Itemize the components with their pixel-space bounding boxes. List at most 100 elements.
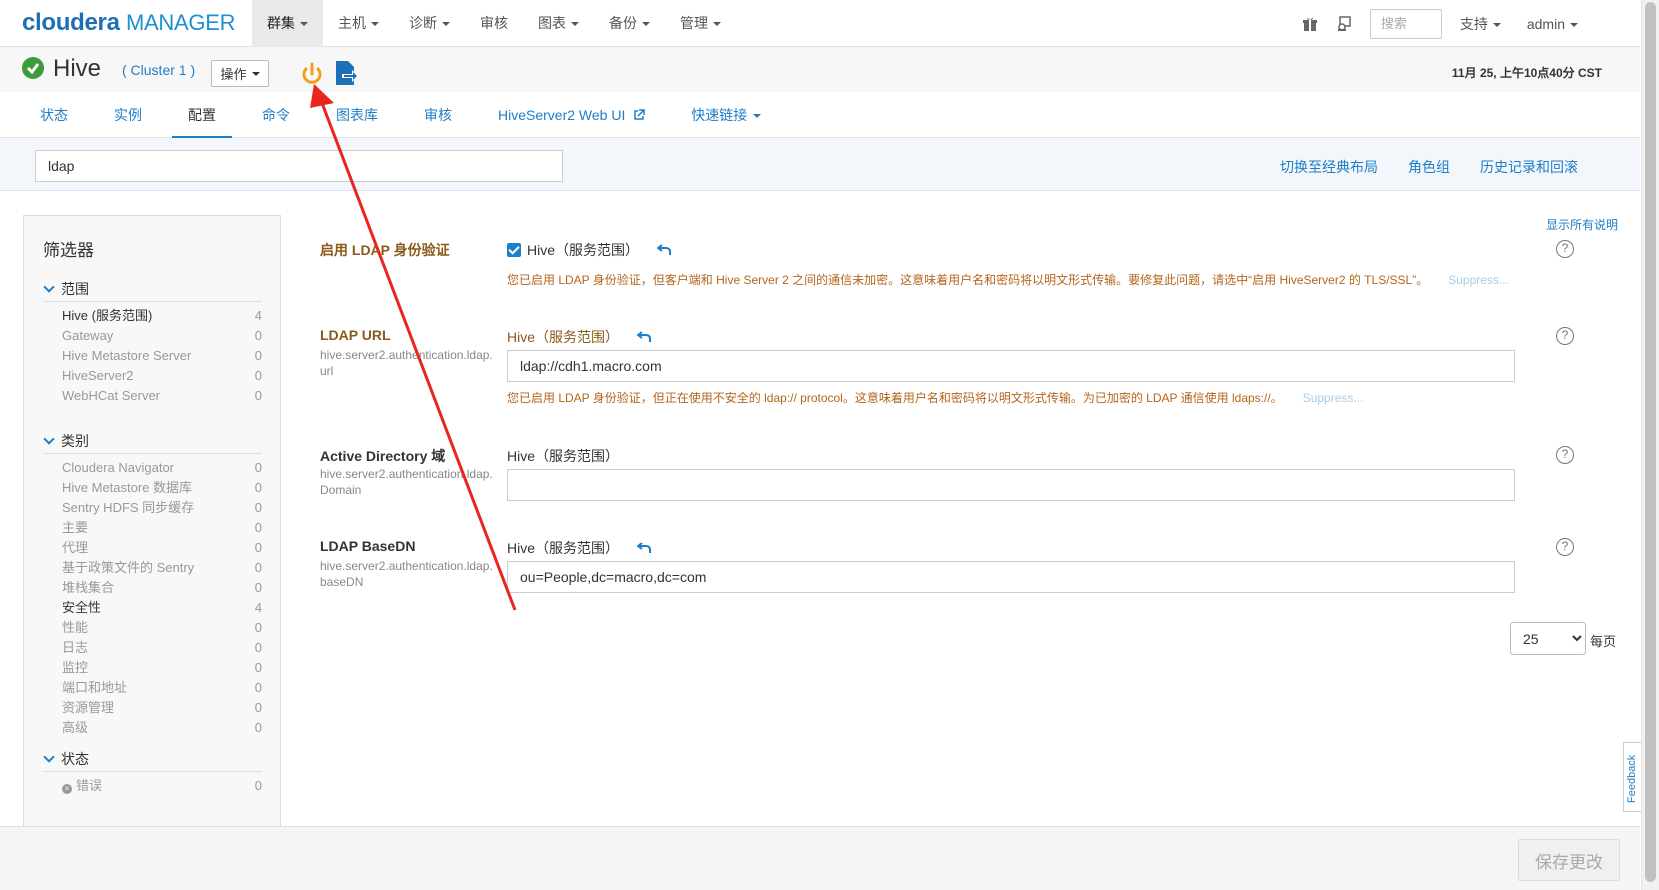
filter-section-category: 类别 Cloudera Navigator 0 Hive Metastore 数据…	[43, 430, 262, 738]
nav-cluster[interactable]: 群集	[252, 0, 323, 47]
filter-item[interactable]: Hive (服务范围) 4	[43, 306, 262, 326]
service-tabs: 状态 实例 配置 命令 图表库 审核 HiveServer2 Web UI 快速…	[0, 92, 1640, 139]
deploy-client-config-icon[interactable]	[334, 59, 360, 87]
suppress-link[interactable]: Suppress...	[1303, 391, 1364, 405]
filter-item[interactable]: 安全性 4	[43, 598, 262, 618]
filter-item[interactable]: WebHCat Server 0	[43, 386, 262, 406]
tab-configuration[interactable]: 配置	[172, 92, 232, 139]
page-scrollbar[interactable]	[1641, 0, 1659, 890]
property-scope: Hive（服务范围）	[507, 538, 652, 558]
filter-item[interactable]: Gateway 0	[43, 326, 262, 346]
tab-status[interactable]: 状态	[24, 92, 84, 138]
filter-item[interactable]: × 错误 0	[43, 776, 262, 796]
tab-commands[interactable]: 命令	[246, 92, 306, 138]
help-icon[interactable]: ?	[1556, 327, 1574, 345]
global-search-input[interactable]	[1369, 8, 1442, 39]
check-circle-icon	[22, 57, 44, 79]
undo-icon[interactable]	[637, 542, 652, 554]
external-link-icon	[634, 109, 645, 120]
nav-charts[interactable]: 图表	[523, 0, 594, 47]
filter-item[interactable]: 基于政策文件的 Sentry 0	[43, 558, 262, 578]
sidebar-title: 筛选器	[43, 241, 94, 260]
feedback-tab[interactable]: Feedback	[1623, 742, 1641, 812]
cloudera-logo[interactable]: cloudera MANAGER	[22, 9, 235, 37]
filter-item[interactable]: Cloudera Navigator 0	[43, 458, 262, 478]
undo-icon[interactable]	[657, 244, 672, 256]
server-timestamp: 11月 25, 上午10点40分 CST	[1451, 66, 1602, 80]
error-icon: ×	[62, 784, 72, 794]
help-icon[interactable]: ?	[1556, 538, 1574, 556]
service-title: Hive	[53, 55, 102, 82]
nav-hosts[interactable]: 主机	[323, 0, 394, 47]
ldap-basedn-input[interactable]	[507, 561, 1515, 593]
ldap-url-input[interactable]	[507, 350, 1515, 382]
filter-item[interactable]: Hive Metastore 数据库 0	[43, 478, 262, 498]
nav-backup[interactable]: 备份	[594, 0, 665, 47]
tab-instances[interactable]: 实例	[98, 92, 158, 138]
property-key: hive.server2.authentication.ldap.Domain	[320, 467, 493, 497]
chevron-down-icon	[43, 433, 55, 445]
nav-audits[interactable]: 审核	[465, 0, 523, 47]
top-right-tools: 支持 admin	[1302, 0, 1640, 47]
tab-hiveserver2-web-ui[interactable]: HiveServer2 Web UI	[482, 92, 661, 138]
switch-classic-layout-link[interactable]: 切换至经典布局	[1280, 157, 1378, 177]
filter-item[interactable]: Sentry HDFS 同步缓存 0	[43, 498, 262, 518]
property-scope: Hive（服务范围）	[507, 327, 652, 347]
property-name: Active Directory 域	[320, 448, 446, 464]
filter-item[interactable]: HiveServer2 0	[43, 366, 262, 386]
filter-section-header[interactable]: 范围	[43, 278, 262, 302]
filter-section-header[interactable]: 类别	[43, 430, 262, 454]
filter-item[interactable]: 日志 0	[43, 638, 262, 658]
suppress-link[interactable]: Suppress...	[1448, 273, 1509, 287]
help-icon[interactable]: ?	[1556, 446, 1574, 464]
cluster-link[interactable]: ( Cluster 1 )	[122, 62, 195, 78]
actions-button[interactable]: 操作	[211, 60, 269, 87]
filter-item[interactable]: 资源管理 0	[43, 698, 262, 718]
save-changes-button[interactable]: 保存更改	[1518, 839, 1620, 881]
filter-item[interactable]: Hive Metastore Server 0	[43, 346, 262, 366]
property-name: LDAP BaseDN	[320, 538, 416, 554]
scrollbar-thumb[interactable]	[1645, 2, 1656, 882]
filter-section-header[interactable]: 状态	[43, 748, 262, 772]
config-search-input[interactable]	[35, 150, 563, 182]
chevron-down-icon	[43, 751, 55, 763]
history-rollback-link[interactable]: 历史记录和回滚	[1480, 157, 1578, 177]
filter-item[interactable]: 主要 0	[43, 518, 262, 538]
tab-charts-library[interactable]: 图表库	[320, 92, 394, 138]
filter-item[interactable]: 代理 0	[43, 538, 262, 558]
gift-icon[interactable]	[1302, 16, 1318, 32]
property-name: 启用 LDAP 身份验证	[320, 242, 450, 258]
per-page-label: 每页	[1590, 634, 1617, 649]
property-scope: Hive（服务范围）	[507, 240, 672, 260]
role-groups-link[interactable]: 角色组	[1408, 157, 1450, 177]
filter-item[interactable]: 监控 0	[43, 658, 262, 678]
show-all-descriptions-link[interactable]: 显示所有说明	[1546, 216, 1618, 233]
filter-item[interactable]: 性能 0	[43, 618, 262, 638]
per-page-select[interactable]: 25	[1510, 622, 1586, 655]
property-key: hive.server2.authentication.ldap.baseDN	[320, 559, 493, 589]
property-warning: 您已启用 LDAP 身份验证，但正在使用不安全的 ldap:// protoco…	[507, 391, 1364, 405]
tab-audits[interactable]: 审核	[408, 92, 468, 138]
main-nav: 群集 主机 诊断 审核 图表 备份 管理	[252, 0, 736, 47]
filter-item[interactable]: 端口和地址 0	[43, 678, 262, 698]
tab-quick-links[interactable]: 快速链接	[675, 92, 777, 138]
chevron-down-icon	[43, 281, 55, 293]
support-menu[interactable]: 支持	[1460, 14, 1501, 34]
bottom-action-bar: 保存更改	[0, 826, 1640, 890]
property-scope: Hive（服务范围）	[507, 448, 620, 464]
user-switch-icon[interactable]	[1336, 15, 1352, 32]
restart-power-icon[interactable]	[300, 62, 324, 86]
undo-icon[interactable]	[637, 331, 652, 343]
filter-item[interactable]: 高级 0	[43, 718, 262, 738]
top-navbar: cloudera MANAGER 群集 主机 诊断 审核 图表 备份 管理 支持…	[0, 0, 1640, 47]
property-warning: 您已启用 LDAP 身份验证，但客户端和 Hive Server 2 之间的通信…	[507, 273, 1509, 287]
ad-domain-input[interactable]	[507, 469, 1515, 501]
help-icon[interactable]: ?	[1556, 240, 1574, 258]
filter-sidebar: 筛选器 范围 Hive (服务范围) 4 Gateway 0 Hive Metast…	[23, 215, 281, 835]
nav-admin[interactable]: 管理	[665, 0, 736, 47]
user-menu[interactable]: admin	[1527, 16, 1578, 32]
property-key: hive.server2.authentication.ldap.url	[320, 348, 493, 378]
nav-diagnostics[interactable]: 诊断	[394, 0, 465, 47]
ldap-enable-checkbox[interactable]	[507, 243, 521, 257]
filter-item[interactable]: 堆栈集合 0	[43, 578, 262, 598]
